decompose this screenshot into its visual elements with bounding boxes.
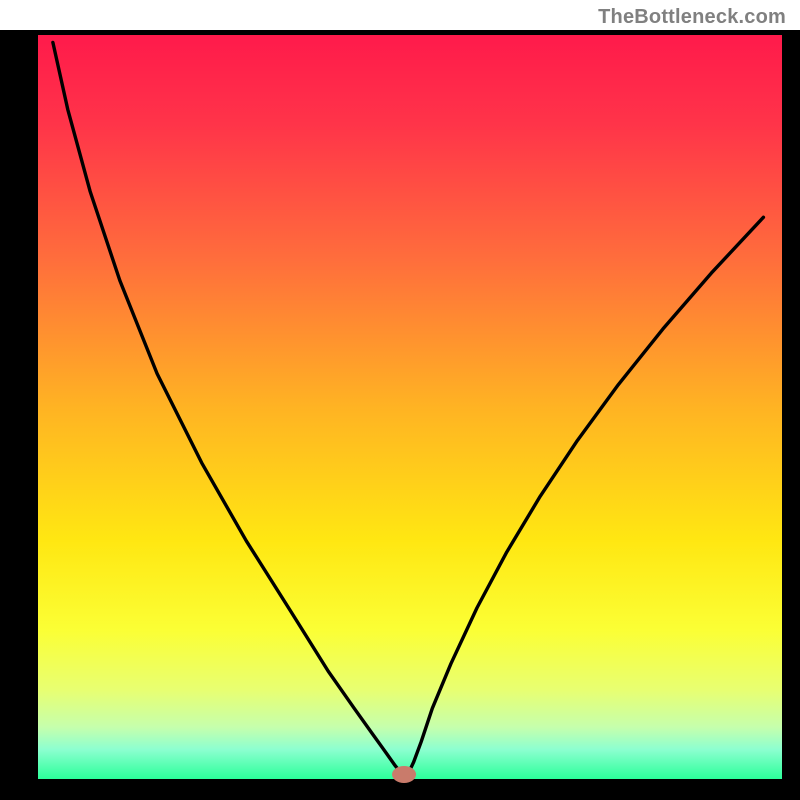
chart-container: TheBottleneck.com [0, 0, 800, 800]
watermark-text: TheBottleneck.com [598, 6, 786, 29]
plot-background [38, 35, 782, 779]
bottleneck-chart [0, 0, 800, 800]
optimal-marker [392, 766, 416, 783]
